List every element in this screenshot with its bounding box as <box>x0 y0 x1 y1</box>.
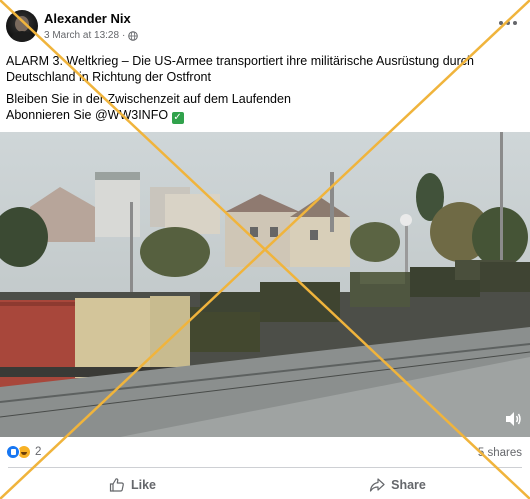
post-text: ALARM 3. Weltkrieg – Die US-Armee transp… <box>6 53 526 130</box>
check-mark-icon: ✓ <box>171 112 184 124</box>
avatar-face <box>15 16 29 32</box>
like-button[interactable]: Like <box>0 470 265 499</box>
actions-divider <box>8 467 522 468</box>
share-arrow-icon <box>370 477 385 492</box>
video-frame <box>0 132 530 437</box>
post-text-line-3[interactable]: Abonnieren Sie @WW3INFO <box>6 108 168 122</box>
video-player[interactable] <box>0 132 530 437</box>
author-avatar[interactable] <box>6 10 38 42</box>
post-text-paragraph-1: ALARM 3. Weltkrieg – Die US-Armee transp… <box>6 54 474 84</box>
share-button[interactable]: Share <box>265 470 530 499</box>
post-stats: 2 5 shares <box>0 441 530 463</box>
meta-separator: · <box>122 30 126 41</box>
more-options-dot <box>506 21 510 25</box>
post-header: Alexander Nix 3 March at 13:28 · <box>0 0 530 46</box>
post-text-line-2: Bleiben Sie in der Zwischenzeit auf dem … <box>6 92 291 106</box>
author-name[interactable]: Alexander Nix <box>44 11 131 26</box>
more-options-button[interactable] <box>498 16 518 30</box>
more-options-dot <box>513 21 517 25</box>
thumbs-up-icon <box>109 477 124 492</box>
avatar-body <box>10 31 34 42</box>
post-timestamp[interactable]: 3 March at 13:28 <box>44 30 119 41</box>
post-actions: Like Share <box>0 470 530 499</box>
like-label: Like <box>130 477 156 492</box>
more-options-icon <box>499 21 503 25</box>
shares-count[interactable]: 5 shares <box>478 447 522 459</box>
like-reaction-icon <box>6 445 20 459</box>
post-text-paragraph-2: Bleiben Sie in der Zwischenzeit auf dem … <box>6 91 526 124</box>
globe-icon <box>128 30 139 41</box>
share-label: Share <box>391 477 426 492</box>
post-meta: 3 March at 13:28 · <box>44 30 139 41</box>
reaction-count: 2 <box>35 446 42 458</box>
volume-icon[interactable] <box>504 411 522 427</box>
facebook-post: Alexander Nix 3 March at 13:28 · ALARM 3… <box>0 0 530 499</box>
reactions-summary[interactable]: 2 <box>6 445 41 459</box>
